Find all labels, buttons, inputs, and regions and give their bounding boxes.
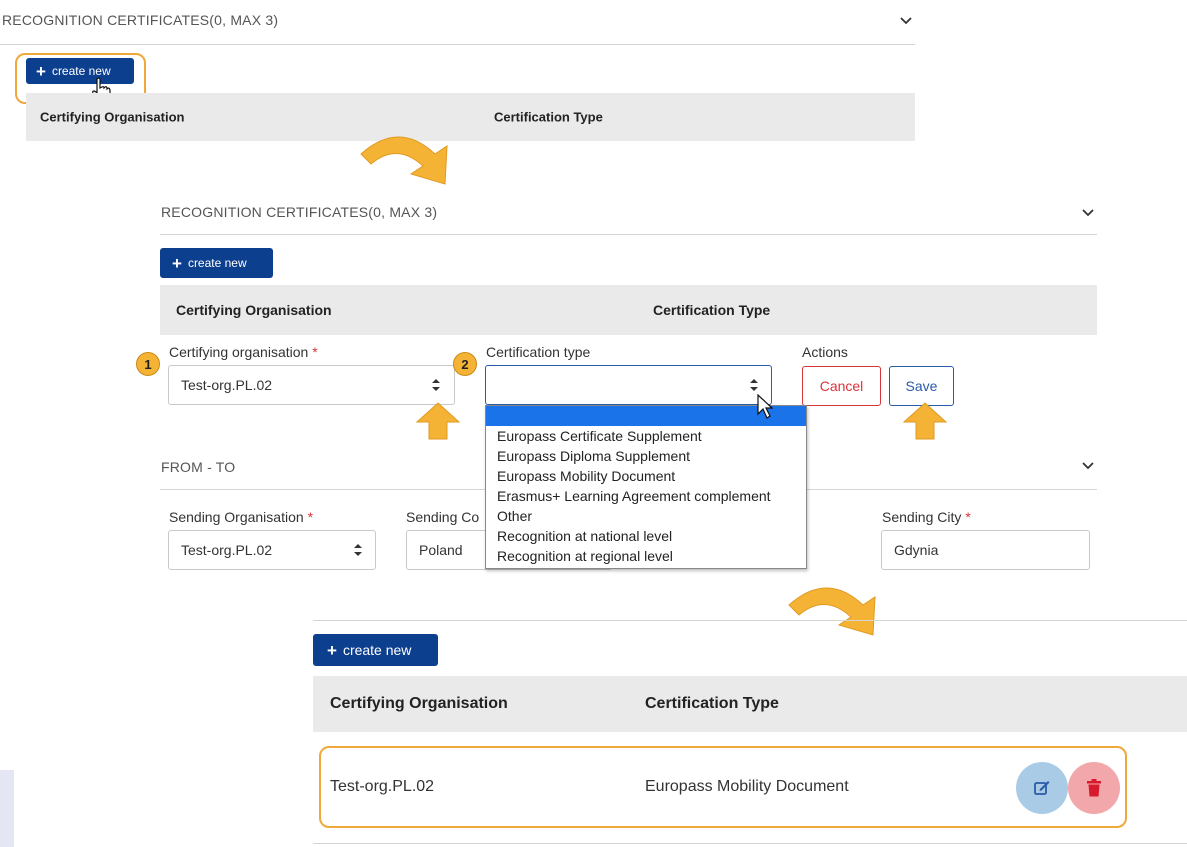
up-arrow-icon <box>902 402 948 440</box>
curved-arrow-icon <box>360 136 448 185</box>
sending-organisation-label: Sending Organisation * <box>169 509 313 525</box>
sending-country-label: Sending Co <box>406 509 480 525</box>
certification-type-select[interactable] <box>485 365 772 405</box>
plus-icon: + <box>36 61 46 81</box>
dropdown-option[interactable]: Europass Diploma Supplement <box>486 446 806 466</box>
step-badge-1: 1 <box>136 352 160 376</box>
certifying-organisation-label: Certifying organisation * <box>169 344 318 360</box>
required-asterisk: * <box>312 344 318 360</box>
sending-city-label-text: Sending City <box>882 509 962 525</box>
certifying-organisation-label-text: Certifying organisation <box>169 344 309 360</box>
sending-city-label: Sending City * <box>882 509 971 525</box>
sort-icon <box>432 379 440 391</box>
column-certifying-organisation: Certifying Organisation <box>176 302 332 318</box>
arrow-cursor-icon <box>757 394 774 419</box>
create-new-label: create new <box>187 256 247 270</box>
chevron-down-icon[interactable] <box>1081 459 1095 473</box>
section-divider <box>313 620 1187 621</box>
create-new-button[interactable]: + create new <box>26 58 134 84</box>
save-button[interactable]: Save <box>889 366 954 406</box>
column-certification-type: Certification Type <box>653 302 771 318</box>
sort-icon <box>354 544 362 556</box>
sending-organisation-select[interactable]: Test-org.PL.02 <box>168 530 376 570</box>
sending-country-value: Poland <box>419 542 463 558</box>
row-certification-type: Europass Mobility Document <box>645 778 849 795</box>
section-title-from-to: FROM - TO <box>161 459 236 475</box>
actions-label: Actions <box>802 344 848 360</box>
table-header: Certifying Organisation Certification Ty… <box>26 93 915 141</box>
cancel-button[interactable]: Cancel <box>802 366 881 406</box>
create-new-button[interactable]: + create new <box>160 248 273 278</box>
curved-arrow-icon <box>788 587 876 636</box>
section-title-recognition: RECOGNITION CERTIFICATES(0, MAX 3) <box>2 12 279 28</box>
create-new-label: create new <box>51 64 111 78</box>
dropdown-option[interactable]: Europass Certificate Supplement <box>486 426 806 446</box>
sending-city-input[interactable]: Gdynia <box>881 530 1090 570</box>
create-new-button[interactable]: + create new <box>313 634 438 666</box>
dropdown-option[interactable]: Recognition at national level <box>486 526 806 546</box>
sending-organisation-value: Test-org.PL.02 <box>181 542 273 558</box>
required-asterisk: * <box>965 509 971 525</box>
plus-icon: + <box>327 640 337 660</box>
row-certifying-organisation: Test-org.PL.02 <box>330 778 435 795</box>
dropdown-option[interactable]: Erasmus+ Learning Agreement complement <box>486 486 806 506</box>
page-edge-decoration <box>0 770 14 847</box>
table-header: Certifying Organisation Certification Ty… <box>160 285 1097 335</box>
column-certifying-organisation: Certifying Organisation <box>330 695 508 712</box>
section-divider <box>0 44 915 45</box>
column-certifying-organisation: Certifying Organisation <box>40 109 185 125</box>
edit-icon <box>1034 781 1050 795</box>
edit-button[interactable] <box>1016 762 1068 814</box>
section-divider <box>160 234 1097 235</box>
dropdown-option[interactable]: Recognition at regional level <box>486 546 806 566</box>
create-new-label: create new <box>342 642 412 658</box>
trash-icon <box>1087 779 1101 797</box>
sending-city-value: Gdynia <box>894 542 939 558</box>
row-divider <box>313 843 1187 844</box>
certifying-organisation-value: Test-org.PL.02 <box>181 377 273 393</box>
step-badge-2: 2 <box>453 352 477 376</box>
plus-icon: + <box>172 253 182 273</box>
section-title-recognition: RECOGNITION CERTIFICATES(0, MAX 3) <box>161 204 438 220</box>
sending-organisation-label-text: Sending Organisation <box>169 509 304 525</box>
chevron-down-icon[interactable] <box>1081 206 1095 220</box>
certification-type-dropdown: Europass Certificate Supplement Europass… <box>485 405 807 569</box>
certification-type-label: Certification type <box>486 344 591 360</box>
dropdown-option[interactable]: Other <box>486 506 806 526</box>
sort-icon <box>750 379 758 391</box>
up-arrow-icon <box>415 402 461 440</box>
dropdown-option[interactable]: Europass Mobility Document <box>486 466 806 486</box>
chevron-down-icon[interactable] <box>899 14 913 28</box>
required-asterisk: * <box>307 509 314 525</box>
delete-button[interactable] <box>1068 762 1120 814</box>
column-certification-type: Certification Type <box>494 109 603 125</box>
certifying-organisation-select[interactable]: Test-org.PL.02 <box>168 365 455 405</box>
column-certification-type: Certification Type <box>645 695 779 712</box>
table-header: Certifying Organisation Certification Ty… <box>313 676 1187 732</box>
